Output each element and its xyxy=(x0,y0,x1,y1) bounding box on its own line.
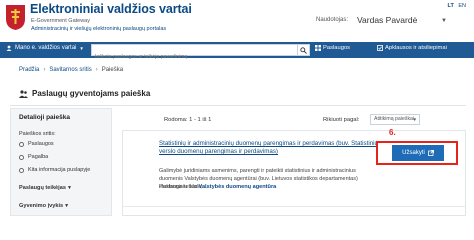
filter-life-event-toggle[interactable]: Gyvenimo įvykis▼ xyxy=(19,203,69,209)
search-button[interactable] xyxy=(298,44,310,56)
page-title: Paslaugų gyventojams paieška xyxy=(19,89,150,98)
order-button[interactable]: Užsakyti xyxy=(392,145,444,161)
card-divider xyxy=(122,206,466,207)
radio-button[interactable] xyxy=(19,167,24,173)
result-provider: Paslauga teikia Valstybės duomenų agentū… xyxy=(159,184,276,190)
filter-option-services[interactable]: Paslaugos xyxy=(19,141,54,147)
search-input[interactable] xyxy=(92,52,297,62)
order-button-label: Užsakyti xyxy=(402,150,425,156)
chevron-down-icon: ▼ xyxy=(412,117,417,122)
sort-label: Rikiuoti pagal: xyxy=(323,117,360,123)
site-subtitle: E-Government Gateway xyxy=(31,18,90,24)
page: Elektroniniai valdžios vartai E-Governme… xyxy=(0,0,474,216)
result-title-link[interactable]: Statistinių ir administracinių duomenų p… xyxy=(159,140,379,156)
chevron-down-icon: ▼ xyxy=(64,203,70,209)
filter-life-event-label: Gyvenimo įvykis xyxy=(19,203,64,209)
lang-lt-link[interactable]: LT xyxy=(448,3,454,9)
people-icon xyxy=(19,89,28,98)
search-field[interactable] xyxy=(91,44,298,62)
filter-panel: Detalioji paieška Paieškos sritis: Pasla… xyxy=(10,108,112,216)
feedback-icon xyxy=(377,45,383,51)
page-title-text: Paslaugų gyventojams paieška xyxy=(32,89,151,98)
user-label: Naudotojas: xyxy=(316,17,349,23)
external-link-icon xyxy=(427,150,434,156)
search-icon xyxy=(300,46,307,54)
services-label: Paslaugos xyxy=(323,45,351,51)
services-menu[interactable]: Paslaugos xyxy=(315,45,350,51)
user-icon xyxy=(6,45,12,51)
title-divider xyxy=(10,105,466,106)
breadcrumb-self-service[interactable]: Savitarnos sritis xyxy=(49,67,91,73)
filter-option-help[interactable]: Pagalba xyxy=(19,154,48,160)
grid-icon xyxy=(315,45,321,51)
site-title[interactable]: Elektroniniai valdžios vartai xyxy=(30,2,192,16)
coat-of-arms-icon xyxy=(6,5,25,30)
filter-provider-toggle[interactable]: Paslaugų teikėjas▼ xyxy=(19,185,72,191)
results-count: Rodoma: 1 - 1 iš 1 xyxy=(164,117,212,123)
filter-heading: Detalioji paieška xyxy=(19,114,70,121)
chevron-down-icon: ▼ xyxy=(66,185,72,191)
breadcrumb-separator: › xyxy=(43,67,46,73)
breadcrumb: Pradžia › Savitarnos sritis › Paieška xyxy=(19,67,123,73)
site-tagline: Administracinių ir viešųjų elektroninių … xyxy=(31,26,167,32)
chevron-down-icon[interactable]: ▼ xyxy=(441,18,447,24)
language-switcher: LT EN xyxy=(448,3,466,9)
filter-option-other[interactable]: Kita informacija puslapyje xyxy=(19,167,90,173)
lang-en-link[interactable]: EN xyxy=(458,3,466,9)
radio-button[interactable] xyxy=(19,154,24,160)
user-menu[interactable]: Vardas Pavardė xyxy=(357,15,417,25)
my-gov-menu[interactable]: Mano e. valdžios vartai ▼ xyxy=(6,45,84,51)
breadcrumb-current: Paieška xyxy=(101,67,124,73)
radio-button[interactable] xyxy=(19,141,24,147)
result-provider-link[interactable]: Valstybės duomenų agentūra xyxy=(199,184,277,190)
filter-provider-label: Paslaugų teikėjas xyxy=(19,185,66,191)
my-gov-label: Mano e. valdžios vartai xyxy=(15,45,77,51)
filter-option-label: Kita informacija puslapyje xyxy=(28,167,91,173)
filter-option-label: Paslaugos xyxy=(28,141,54,147)
breadcrumb-separator: › xyxy=(95,67,98,73)
breadcrumb-home[interactable]: Pradžia xyxy=(19,67,39,73)
site-header: Elektroniniai valdžios vartai E-Governme… xyxy=(0,0,474,42)
step-marker: 6. xyxy=(389,128,396,137)
sort-select-value: Atitikimą paieškai xyxy=(374,116,415,122)
filter-option-label: Pagalba xyxy=(28,154,49,160)
feedback-menu[interactable]: Apklausos ir atsiliepimai xyxy=(377,45,447,51)
main-nav: Mano e. valdžios vartai ▼ Paslaugos Apkl… xyxy=(0,42,474,62)
result-provider-prefix: Paslauga teikia xyxy=(159,184,197,190)
chevron-down-icon: ▼ xyxy=(79,45,84,51)
filter-scope-label: Paieškos sritis: xyxy=(19,131,56,137)
feedback-label: Apklausos ir atsiliepimai xyxy=(385,45,447,51)
sort-select[interactable]: Atitikimą paieškai ▼ xyxy=(370,114,420,125)
